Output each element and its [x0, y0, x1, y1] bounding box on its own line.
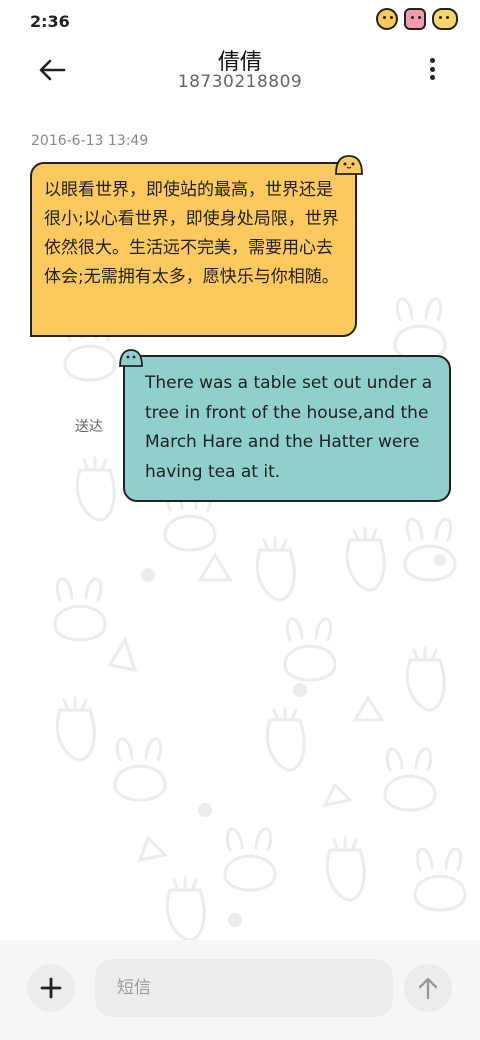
- status-bar: 2:36: [0, 0, 480, 40]
- conversation-header: 倩倩 18730218809: [0, 40, 480, 110]
- blob-mascot-icon: [119, 349, 143, 367]
- message-timestamp: 2016-6-13 13:49: [31, 133, 149, 149]
- cartoon-bunny-icon: [404, 8, 426, 30]
- cartoon-face-icon: [432, 8, 458, 30]
- send-button[interactable]: [404, 964, 452, 1012]
- more-vertical-icon-dot: [429, 75, 435, 80]
- more-vertical-icon-dot: [429, 66, 435, 72]
- status-icons: [376, 8, 458, 30]
- sms-input[interactable]: [95, 959, 393, 1017]
- incoming-message-bubble[interactable]: 以眼看世界，即使站的最高，世界还是很小;以心看世界，即使身处局限，世界依然很大。…: [30, 162, 357, 337]
- outgoing-message-bubble[interactable]: There was a table set out under a tree i…: [123, 355, 451, 502]
- add-attachment-button[interactable]: [27, 964, 75, 1012]
- status-time: 2:36: [30, 12, 70, 31]
- contact-phone: 18730218809: [177, 72, 303, 92]
- plus-icon: [40, 977, 62, 999]
- cartoon-sun-icon: [376, 8, 398, 30]
- message-composer: [0, 940, 480, 1040]
- chick-mascot-icon: [335, 155, 363, 175]
- more-options-button[interactable]: [420, 54, 444, 84]
- more-vertical-icon: [429, 58, 435, 63]
- delivery-status: 送达: [75, 419, 103, 435]
- arrow-up-icon: [418, 977, 438, 1000]
